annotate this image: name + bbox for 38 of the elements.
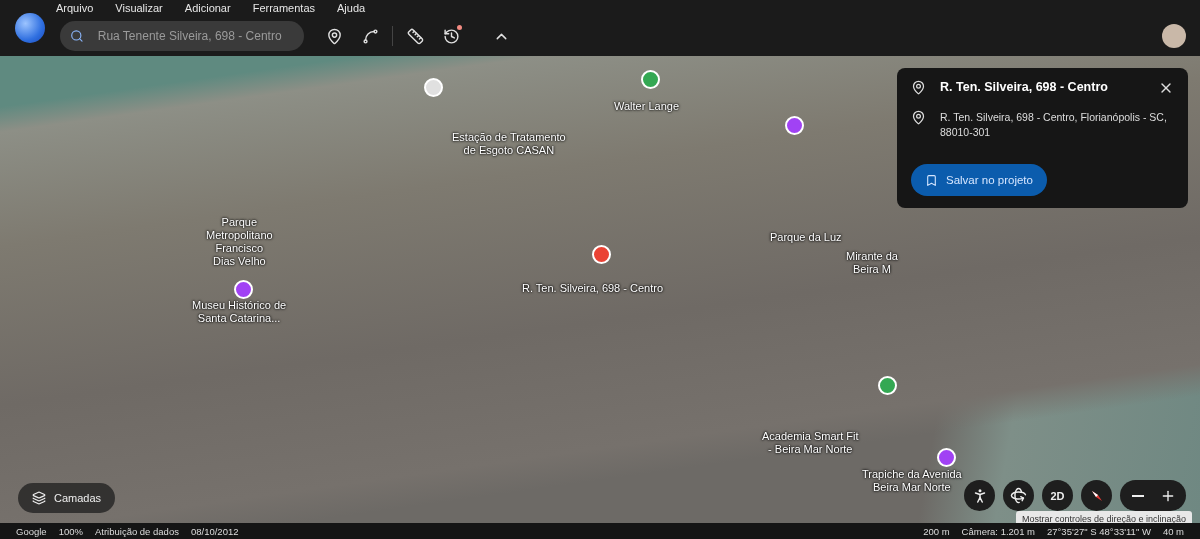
tooltip: Mostrar controles de direção e inclinação <box>1015 511 1192 523</box>
map-label: Mirante da Beira M <box>846 250 898 276</box>
map-label: Walter Lange <box>614 100 680 113</box>
layers-button[interactable]: Camadas <box>18 483 116 513</box>
coordinates-text: 27°35'27" S 48°33'11" W <box>1047 525 1151 537</box>
attribution-link[interactable]: Atribuição de dados <box>94 525 179 537</box>
avatar[interactable] <box>1162 24 1186 48</box>
history-icon[interactable] <box>442 27 460 45</box>
pin-icon <box>911 80 926 95</box>
menu-item[interactable]: Ajuda <box>337 2 366 14</box>
menu-item[interactable]: Adicionar <box>184 2 231 14</box>
place-title: R. Ten. Silveira, 698 - Centro <box>940 80 1109 94</box>
search-field[interactable]: Rua Tenente Silveira, 698 - Centro <box>97 29 294 43</box>
map-label: Museu Histórico de Santa Catarina... <box>192 299 287 325</box>
map-label: Academia Smart Fit - Beira Mar Norte <box>762 430 859 456</box>
search-bar[interactable]: Rua Tenente Silveira, 698 - Centro <box>60 21 304 51</box>
bookmark-icon <box>925 173 938 187</box>
search-icon <box>70 29 84 43</box>
imagery-date: 08/10/2012 <box>190 525 239 537</box>
save-button[interactable]: Salvar no projeto <box>911 164 1047 196</box>
map-label: Trapiche da Avenida Beira Mar Norte <box>862 468 962 494</box>
place-address: R. Ten. Silveira, 698 - Centro, Florianópolis - SC, 88010-301 <box>940 110 1168 140</box>
map-label: Parque da Luz <box>770 231 842 244</box>
minus-icon <box>1132 494 1144 497</box>
loading-text: 100% <box>58 525 83 537</box>
map-label: R. Ten. Silveira, 698 - Centro <box>522 282 664 295</box>
app-logo[interactable] <box>15 13 45 43</box>
menu-item[interactable]: Arquivo <box>56 2 94 14</box>
elevation-text: 40 m <box>1162 525 1184 537</box>
menu-item[interactable]: Visualizar <box>115 2 163 14</box>
layers-icon <box>32 491 46 505</box>
camera-text: Câmera: 1.201 m <box>961 525 1035 537</box>
map-label: Parque Metropolitano Francisco Dias Velho <box>206 216 273 268</box>
pin-icon <box>911 110 926 125</box>
menu-item[interactable]: Ferramentas <box>252 2 315 14</box>
map-label: Estação de Tratamento de Esgoto CASAN <box>452 131 566 157</box>
scale-text: 200 m <box>923 525 950 537</box>
brand-text: Google <box>16 525 47 537</box>
